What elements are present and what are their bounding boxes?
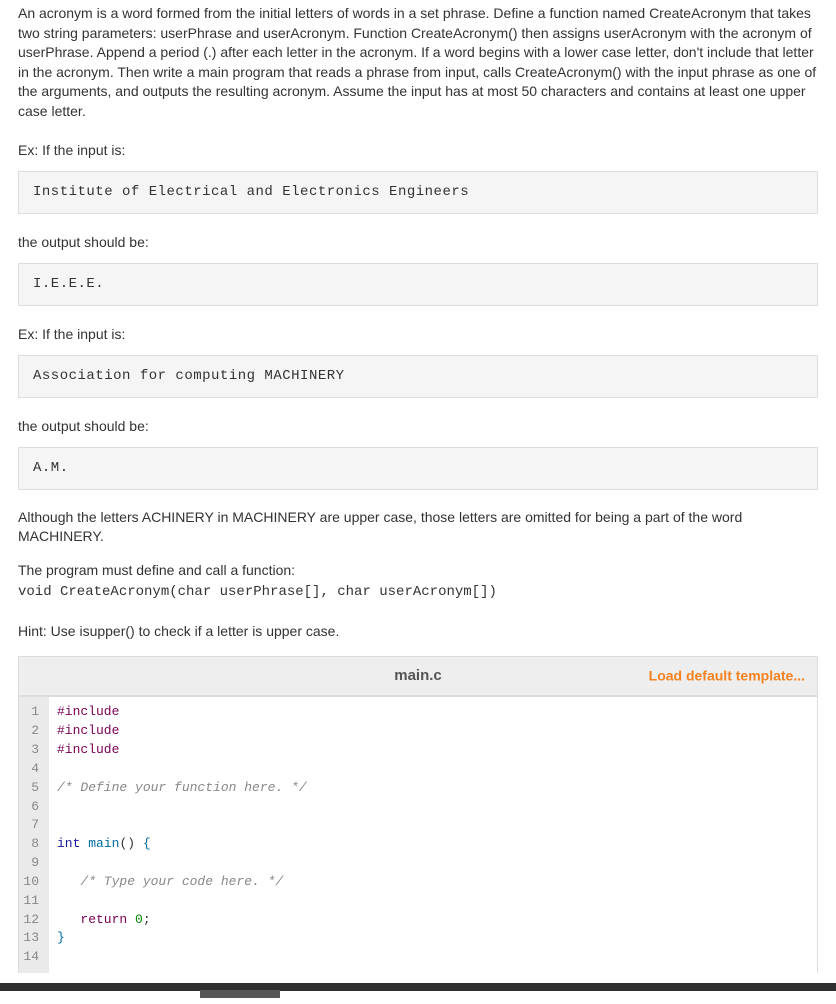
bottom-strip (0, 983, 836, 991)
output2-label: the output should be: (18, 416, 818, 437)
code-area[interactable]: #include #include #include /* Define you… (49, 697, 817, 973)
example2-label: Ex: If the input is: (18, 324, 818, 345)
line-gutter: 1234567891011121314 (19, 697, 49, 973)
editor-body[interactable]: 1234567891011121314 #include #include #i… (19, 695, 817, 973)
example2-input: Association for computing MACHINERY (18, 355, 818, 398)
load-default-template-link[interactable]: Load default template... (649, 666, 805, 687)
example1-label: Ex: If the input is: (18, 140, 818, 161)
example2-output: A.M. (18, 447, 818, 490)
example1-input: Institute of Electrical and Electronics … (18, 171, 818, 214)
program-must: The program must define and call a funct… (18, 561, 818, 581)
tab-filename[interactable]: main.c (394, 665, 442, 688)
function-signature: void CreateAcronym(char userPhrase[], ch… (18, 582, 818, 603)
output1-label: the output should be: (18, 232, 818, 253)
example1-output: I.E.E.E. (18, 263, 818, 306)
machinery-note: Although the letters ACHINERY in MACHINE… (18, 508, 818, 547)
problem-intro: An acronym is a word formed from the ini… (18, 4, 818, 122)
hint: Hint: Use isupper() to check if a letter… (18, 621, 818, 642)
code-editor: main.c Load default template... 12345678… (18, 656, 818, 973)
editor-tab-bar: main.c Load default template... (19, 657, 817, 695)
